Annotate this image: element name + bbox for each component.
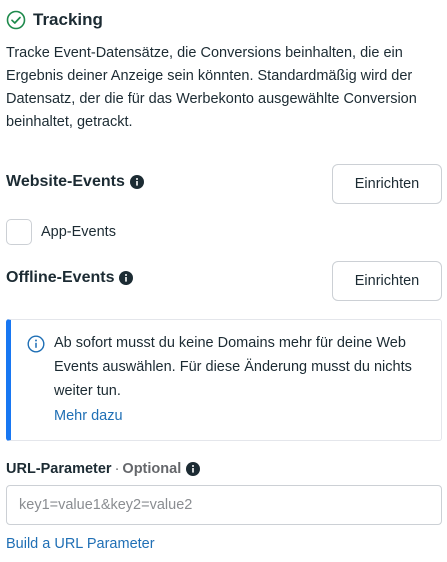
info-icon[interactable] <box>186 462 201 476</box>
optional-tag: Optional <box>122 461 182 477</box>
info-icon[interactable] <box>129 175 144 189</box>
label-separator: · <box>114 461 120 477</box>
info-icon[interactable] <box>119 271 134 285</box>
tracking-title: Tracking <box>33 10 103 29</box>
offline-events-label: Offline-Events <box>6 269 115 286</box>
url-parameter-label: URL-Parameter <box>6 461 112 477</box>
url-parameter-input[interactable] <box>6 485 442 525</box>
website-events-label: Website-Events <box>6 173 125 190</box>
app-events-checkbox[interactable] <box>6 219 32 245</box>
tracking-description: Tracke Event-Datensätze, die Conversions… <box>6 45 417 130</box>
notice-text: Ab sofort musst du keine Domains mehr fü… <box>54 335 412 399</box>
app-events-row: App-Events <box>6 219 116 245</box>
url-parameter-label-row: URL-Parameter · Optional <box>6 461 201 477</box>
check-circle-icon <box>6 10 26 30</box>
build-url-parameter-link[interactable]: Build a URL Parameter <box>6 536 155 552</box>
app-events-label: App-Events <box>41 224 116 240</box>
info-circle-icon <box>27 335 45 353</box>
learn-more-link[interactable]: Mehr dazu <box>54 408 123 424</box>
offline-events-setup-button[interactable]: Einrichten <box>332 261 442 301</box>
website-events-label-row: Website-Events <box>6 173 144 191</box>
info-notice: Ab sofort musst du keine Domains mehr fü… <box>6 319 442 441</box>
website-events-setup-button[interactable]: Einrichten <box>332 164 442 204</box>
tracking-header: Tracking <box>6 10 103 30</box>
offline-events-label-row: Offline-Events <box>6 269 134 287</box>
